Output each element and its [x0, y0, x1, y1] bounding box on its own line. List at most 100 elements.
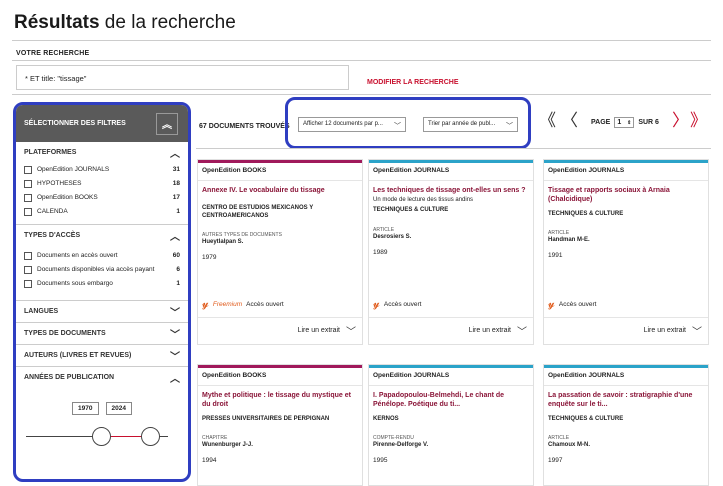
- card-platform: OpenEdition BOOKS: [198, 368, 362, 386]
- search-query-field[interactable]: * ET title: "tissage": [16, 65, 349, 90]
- card-source: TECHNIQUES & CULTURE: [548, 210, 624, 217]
- checkbox[interactable]: [24, 166, 32, 174]
- year-from-field[interactable]: 1970: [72, 402, 99, 415]
- card-doc-type: ARTICLE: [373, 226, 395, 233]
- filter-section-header[interactable]: ANNÉES DE PUBLICATION ︿: [16, 367, 188, 388]
- card-platform: OpenEdition JOURNALS: [369, 163, 533, 181]
- chevron-down-icon: ﹀: [692, 327, 702, 338]
- result-card[interactable]: OpenEdition BOOKS Mythe et politique : l…: [197, 364, 363, 486]
- page-total: SUR 6: [638, 119, 659, 126]
- filter-section-types-documents: TYPES DE DOCUMENTS ﹀: [16, 323, 188, 345]
- checkbox[interactable]: [24, 208, 32, 216]
- checkbox[interactable]: [24, 194, 32, 202]
- filter-option[interactable]: HYPOTHESES 18: [16, 177, 188, 191]
- year-to-field[interactable]: 2024: [105, 402, 132, 415]
- stepper-icon[interactable]: ⇕: [627, 120, 631, 126]
- card-source: KERNOS: [373, 415, 399, 422]
- filter-section-auteurs: AUTEURS (LIVRES ET REVUES) ﹀: [16, 345, 188, 367]
- checkbox[interactable]: [24, 280, 32, 288]
- filter-option[interactable]: Documents en accès ouvert 60: [16, 246, 188, 263]
- card-title[interactable]: I. Papadopoulou-Belmehdi, Le chant de Pé…: [369, 386, 533, 410]
- result-card[interactable]: OpenEdition JOURNALS Les techniques de t…: [368, 159, 534, 345]
- slider-handle-min[interactable]: [92, 427, 111, 446]
- filter-section-header[interactable]: PLATEFORMES ︿: [16, 142, 188, 163]
- read-extract-button[interactable]: Lire un extrait ﹀: [644, 323, 702, 338]
- open-lock-icon: 𝔂: [548, 298, 555, 310]
- result-card[interactable]: OpenEdition JOURNALS La passation de sav…: [543, 364, 709, 486]
- card-year: 1997: [548, 457, 563, 465]
- card-title[interactable]: Mythe et politique : le tissage du mysti…: [198, 386, 362, 410]
- chevron-down-icon: ﹀: [394, 123, 401, 130]
- card-title[interactable]: Les techniques de tissage ont-elles un s…: [369, 181, 533, 196]
- next-page-icon[interactable]: 〉: [672, 112, 689, 129]
- freemium-label: Freemium: [212, 301, 243, 308]
- card-author: Chamoux M-N.: [548, 442, 590, 449]
- divider: [12, 60, 711, 61]
- card-author: Desrosiers S.: [373, 233, 412, 240]
- page-number-input[interactable]: 1 ⇕: [614, 117, 635, 128]
- card-title[interactable]: Tissage et rapports sociaux à Arnaia (Ch…: [544, 181, 708, 205]
- card-source: TECHNIQUES & CULTURE: [373, 206, 449, 213]
- search-label: VOTRE RECHERCHE: [16, 50, 90, 57]
- page-label: PAGE: [591, 119, 611, 126]
- modify-search-link[interactable]: MODIFIER LA RECHERCHE: [367, 79, 459, 86]
- card-author: Hueytlalpan S.: [202, 239, 244, 246]
- filter-option[interactable]: Documents disponibles via accès payant 6: [16, 263, 188, 277]
- card-doc-type: COMPTE-RENDU: [373, 435, 414, 442]
- chevron-up-icon: ︿: [170, 149, 180, 160]
- checkbox[interactable]: [24, 252, 32, 260]
- year-range-slider[interactable]: [26, 421, 178, 451]
- card-year: 1995: [373, 457, 388, 465]
- filter-option[interactable]: OpenEdition BOOKS 17: [16, 191, 188, 205]
- divider: [196, 148, 711, 149]
- read-extract-button[interactable]: Lire un extrait ﹀: [298, 323, 356, 338]
- divider: [544, 317, 708, 318]
- chevron-down-icon: ﹀: [517, 327, 527, 338]
- card-year: 1979: [202, 254, 217, 262]
- card-doc-type: AUTRES TYPES DE DOCUMENTS: [202, 232, 282, 239]
- result-card[interactable]: OpenEdition JOURNALS Tissage et rapports…: [543, 159, 709, 345]
- open-lock-icon: 𝔂: [373, 298, 380, 310]
- slider-handle-max[interactable]: [141, 427, 160, 446]
- chevron-down-icon: ﹀: [170, 352, 180, 363]
- divider: [198, 317, 362, 318]
- per-page-select[interactable]: Afficher 12 documents par p... ﹀: [298, 117, 406, 132]
- result-card[interactable]: OpenEdition JOURNALS I. Papadopoulou-Bel…: [368, 364, 534, 486]
- card-year: 1994: [202, 457, 217, 465]
- filters-header[interactable]: SÉLECTIONNER DES FILTRES ︽: [16, 105, 188, 142]
- filter-option[interactable]: Documents sous embargo 1: [16, 277, 188, 300]
- checkbox[interactable]: [24, 266, 32, 274]
- sort-select[interactable]: Trier par année de publ... ﹀: [423, 117, 518, 132]
- card-source: CENTRO DE ESTUDIOS MEXICANOS Y CENTROAME…: [202, 204, 314, 219]
- card-access: 𝔂 Accès ouvert: [373, 298, 422, 310]
- prev-page-icon[interactable]: 〈: [561, 112, 578, 129]
- card-title[interactable]: Annexe IV. Le vocabulaire du tissage: [198, 181, 362, 196]
- filter-option[interactable]: OpenEdition JOURNALS 31: [16, 163, 188, 177]
- page-title: Résultats de la recherche: [14, 12, 236, 33]
- first-page-icon[interactable]: 《: [539, 112, 556, 129]
- result-card[interactable]: OpenEdition BOOKS Annexe IV. Le vocabula…: [197, 159, 363, 345]
- card-source: PRESSES UNIVERSITAIRES DE PERPIGNAN: [202, 415, 330, 422]
- read-extract-button[interactable]: Lire un extrait ﹀: [469, 323, 527, 338]
- card-year: 1989: [373, 248, 388, 256]
- pagination: PAGE 1 ⇕ SUR 6: [591, 117, 659, 128]
- filter-section-header[interactable]: AUTEURS (LIVRES ET REVUES) ﹀: [16, 345, 188, 366]
- checkbox[interactable]: [24, 180, 32, 188]
- chevron-up-icon: ︿: [170, 232, 180, 243]
- filter-section-header[interactable]: TYPES D'ACCÈS ︿: [16, 225, 188, 246]
- card-title[interactable]: La passation de savoir : stratigraphie d…: [544, 386, 708, 410]
- filter-option[interactable]: CALENDA 1: [16, 205, 188, 224]
- collapse-all-icon[interactable]: ︽: [156, 112, 178, 135]
- filter-section-header[interactable]: TYPES DE DOCUMENTS ﹀: [16, 323, 188, 344]
- divider: [369, 317, 533, 318]
- card-platform: OpenEdition JOURNALS: [544, 368, 708, 386]
- card-doc-type: CHAPITRE: [202, 435, 228, 442]
- chevron-down-icon: ﹀: [506, 123, 513, 130]
- card-access: 𝔂 Accès ouvert: [548, 298, 597, 310]
- open-lock-icon: 𝔂: [202, 298, 209, 310]
- divider: [12, 40, 711, 41]
- last-page-icon[interactable]: 》: [690, 112, 707, 129]
- card-platform: OpenEdition JOURNALS: [369, 368, 533, 386]
- filter-section-header[interactable]: LANGUES ﹀: [16, 301, 188, 322]
- card-platform: OpenEdition BOOKS: [198, 163, 362, 181]
